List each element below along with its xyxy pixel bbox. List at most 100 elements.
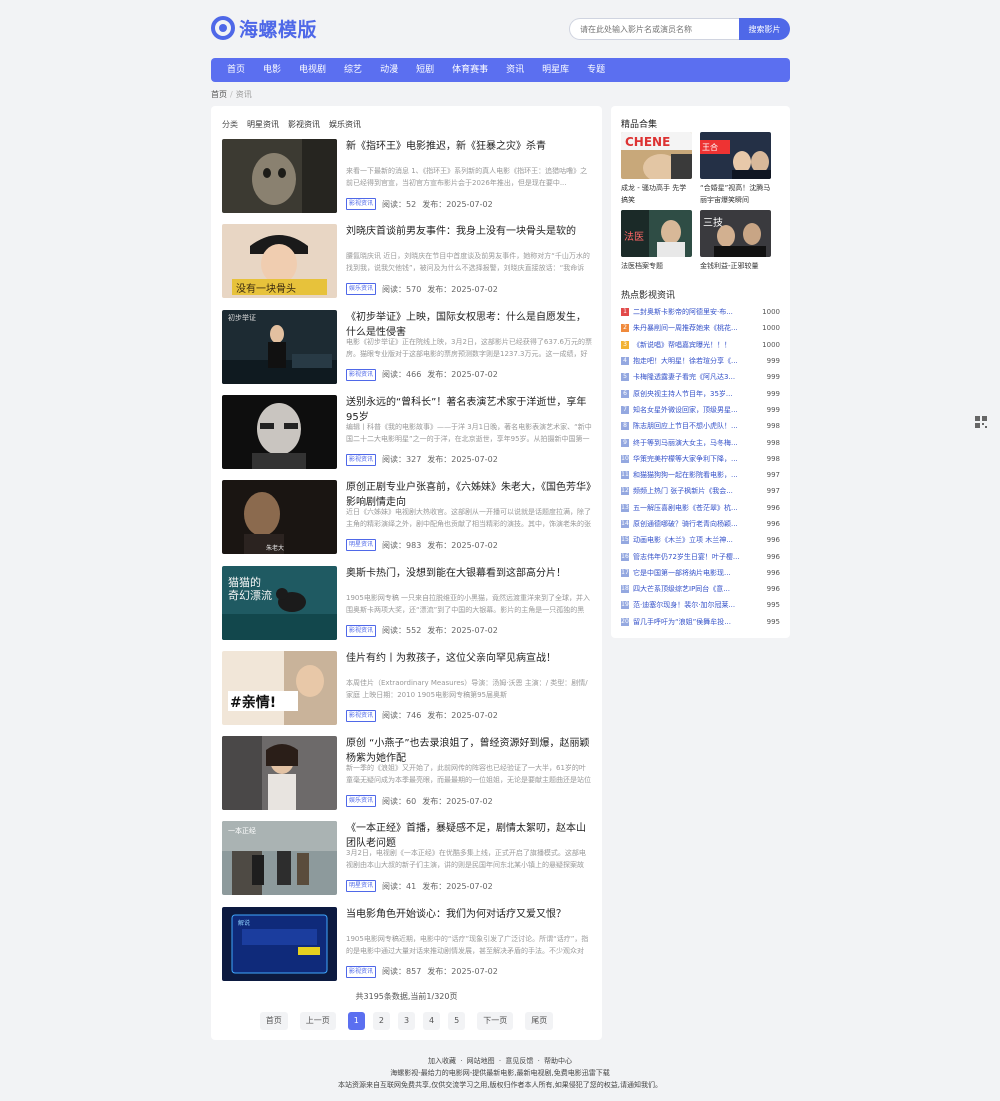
hot-news-row[interactable]: 6 原创央视主持人节目年，35岁... 999 [621, 385, 780, 401]
page-first-button[interactable]: 首页 [259, 1012, 288, 1030]
footer-link-favorite[interactable]: 加入收藏 [428, 1057, 456, 1065]
nav-news[interactable]: 资讯 [497, 58, 533, 82]
category-film-news[interactable]: 影视资讯 [288, 119, 320, 130]
hot-news-row[interactable]: 2 朱丹暴削间一周推荐她来《桃花... 1000 [621, 320, 780, 336]
page-5-button[interactable]: 5 [448, 1012, 466, 1030]
article-thumbnail[interactable] [222, 736, 337, 811]
breadcrumb-home[interactable]: 首页 [211, 90, 227, 99]
article-title[interactable]: 佳片有约丨为救孩子，这位父亲向罕见病宣战！ [346, 651, 592, 666]
category-ent-news[interactable]: 娱乐资讯 [329, 119, 361, 130]
article-category-tag[interactable]: 影视资讯 [346, 368, 377, 381]
hot-news-row[interactable]: 4 抱走吧！大明星！徐若瑄分享《... 999 [621, 353, 780, 369]
hot-news-title-link[interactable]: 范·迪塞尔现身！裴尔·加尔冠莱... [633, 600, 754, 610]
footer-link-help[interactable]: 帮助中心 [544, 1057, 572, 1065]
nav-movie[interactable]: 电影 [254, 58, 290, 82]
page-4-button[interactable]: 4 [423, 1012, 441, 1030]
article-item[interactable]: 新《指环王》电影推迟，新《狂暴之灾》杀青 来看一下最新的消息 1、《指环王》系列新… [222, 139, 592, 213]
hot-news-row[interactable]: 14 原创通德哪破？骑行老青向杨颖... 996 [621, 516, 780, 532]
hot-news-row[interactable]: 11 和猫猫狗狗一起在影院看电影，... 997 [621, 467, 780, 483]
page-last-button[interactable]: 尾页 [525, 1012, 554, 1030]
article-item[interactable]: 朱老大 原创正剧专业户张喜前，《六姊妹》朱老大，《国色芳华》影响剧情走向 近日《六姊… [222, 480, 592, 555]
hot-news-title-link[interactable]: 原创通德哪破？骑行老青向杨颖... [633, 519, 754, 529]
nav-variety[interactable]: 综艺 [335, 58, 371, 82]
article-category-tag[interactable]: 娱乐资讯 [346, 795, 377, 808]
article-thumbnail[interactable]: 初步举证 [222, 309, 337, 384]
search-input[interactable] [569, 18, 739, 40]
article-category-tag[interactable]: 影视资讯 [346, 453, 377, 466]
article-item[interactable]: 没有一块骨头 刘晓庆首谈前男友事件：我身上没有一块骨头是软的 腰氤晓庆讯 近日，刘晓… [222, 224, 592, 299]
hot-news-title-link[interactable]: 四大芒系顶级综艺IP同台《意... [633, 584, 754, 594]
article-thumbnail[interactable] [222, 139, 337, 213]
article-category-tag[interactable]: 影视资讯 [346, 709, 377, 722]
article-thumbnail[interactable] [222, 394, 337, 469]
article-category-tag[interactable]: 明星资讯 [346, 539, 377, 552]
nav-short-drama[interactable]: 短剧 [407, 58, 443, 82]
hot-news-row[interactable]: 10 华策完美柠檬等大家争利下降，... 998 [621, 451, 780, 467]
hot-news-title-link[interactable]: 原创央视主持人节目年，35岁... [633, 389, 754, 399]
hot-news-title-link[interactable]: 留几手呼吁为“浪姐”侯舞牟投... [633, 617, 754, 627]
hot-news-row[interactable]: 17 它是中国第一部将纳片电影现... 996 [621, 565, 780, 581]
hot-news-title-link[interactable]: 华策完美柠檬等大家争利下降，... [633, 454, 754, 464]
hot-news-row[interactable]: 3 《新说唱》帮唱嘉宾曝光！！！ 1000 [621, 337, 780, 353]
article-item[interactable]: 送别永远的“曾科长”！著名表演艺术家于洋逝世，享年95岁 编辑丨科普《我的电影故事… [222, 394, 592, 469]
footer-link-sitemap[interactable]: 网站地图 [467, 1057, 495, 1065]
hot-news-title-link[interactable]: 频频上热门 张子枫新片《我会... [633, 486, 754, 496]
hot-news-row[interactable]: 7 知名女星外微设回家，顶级男星... 999 [621, 402, 780, 418]
hot-news-row[interactable]: 15 动画电影《木兰》立项 木兰神... 996 [621, 532, 780, 548]
hot-news-row[interactable]: 13 五一解压喜剧电影《苍茫翠》杭... 996 [621, 500, 780, 516]
footer-link-feedback[interactable]: 意见反馈 [505, 1057, 533, 1065]
article-item[interactable]: 猫猫的 奇幻漂流 奥斯卡热门，没想到能在大银幕看到这部高分片！ 1905电影网专稿 一… [222, 565, 592, 640]
article-title[interactable]: 当电影角色开始谈心：我们为何对话疗又爱又恨？ [346, 907, 592, 922]
site-logo[interactable]: 海螺模版 [211, 14, 317, 42]
collection-card[interactable]: 王合 “合婚星”视高！沈腾马丽宇宙爆笑瞬间 [700, 132, 771, 206]
article-thumbnail[interactable]: #亲情! [222, 650, 337, 725]
article-title[interactable]: 新《指环王》电影推迟，新《狂暴之灾》杀青 [346, 139, 592, 154]
hot-news-title-link[interactable]: 动画电影《木兰》立项 木兰神... [633, 535, 754, 545]
article-item[interactable]: 一本正经 《一本正经》首播，暴疑感不足，剧情太絮叨，赵本山团队老问题 3月2日，电视… [222, 821, 592, 896]
hot-news-row[interactable]: 19 范·迪塞尔现身！裴尔·加尔冠莱... 995 [621, 597, 780, 613]
hot-news-title-link[interactable]: 管志伟年仍72岁生日宴！叶子樱... [633, 552, 754, 562]
hot-news-title-link[interactable]: 知名女星外微设回家，顶级男星... [633, 405, 754, 415]
article-thumbnail[interactable]: 猫猫的 奇幻漂流 [222, 565, 337, 640]
category-star-news[interactable]: 明星资讯 [247, 119, 279, 130]
hot-news-title-link[interactable]: 朱丹暴削间一周推荐她来《桃花... [633, 323, 754, 333]
article-item[interactable]: 初步举证 《初步举证》上映，国际女权思考：什么是自愿发生，什么是性侵害 电影《初步举… [222, 309, 592, 384]
hot-news-row[interactable]: 18 四大芒系顶级综艺IP同台《意... 996 [621, 581, 780, 597]
article-category-tag[interactable]: 影视资讯 [346, 965, 377, 978]
hot-news-title-link[interactable]: 《新说唱》帮唱嘉宾曝光！！！ [633, 340, 754, 350]
article-thumbnail[interactable]: 没有一块骨头 [222, 224, 337, 299]
article-item[interactable]: #亲情! 佳片有约丨为救孩子，这位父亲向罕见病宣战！ 本周佳片（Extraordin… [222, 650, 592, 725]
page-2-button[interactable]: 2 [372, 1012, 390, 1030]
nav-tv[interactable]: 电视剧 [290, 58, 335, 82]
hot-news-title-link[interactable]: 二封奥斯卡影帝的阿德里安·布... [633, 307, 754, 317]
article-category-tag[interactable]: 娱乐资讯 [346, 283, 377, 296]
article-item[interactable]: 原创 “小燕子”也去录浪姐了，曾经资源好到爆，赵丽颖杨紫为她作配 新一季的《浪姐》… [222, 736, 592, 811]
article-item[interactable]: 解说 当电影角色开始谈心：我们为何对话疗又爱又恨？ 1905电影网专稿近期，电影中的… [222, 906, 592, 981]
hot-news-title-link[interactable]: 陈志朋回应上节目不想小虎队！... [633, 421, 754, 431]
page-next-button[interactable]: 下一页 [477, 1012, 514, 1030]
nav-home[interactable]: 首页 [217, 58, 254, 82]
hot-news-row[interactable]: 16 管志伟年仍72岁生日宴！叶子樱... 996 [621, 548, 780, 564]
page-prev-button[interactable]: 上一页 [299, 1012, 336, 1030]
hot-news-title-link[interactable]: 抱走吧！大明星！徐若瑄分享《... [633, 356, 754, 366]
article-thumbnail[interactable]: 解说 [222, 906, 337, 981]
hot-news-row[interactable]: 20 留几手呼吁为“浪姐”侯舞牟投... 995 [621, 614, 780, 630]
hot-news-title-link[interactable]: 它是中国第一部将纳片电影现... [633, 568, 754, 578]
article-thumbnail[interactable]: 朱老大 [222, 480, 337, 555]
hot-news-title-link[interactable]: 五一解压喜剧电影《苍茫翠》杭... [633, 503, 754, 513]
article-title[interactable]: 奥斯卡热门，没想到能在大银幕看到这部高分片！ [346, 566, 592, 581]
article-category-tag[interactable]: 影视资讯 [346, 198, 377, 210]
hot-news-row[interactable]: 12 频频上热门 张子枫新片《我会... 997 [621, 483, 780, 499]
page-3-button[interactable]: 3 [397, 1012, 416, 1030]
nav-sports[interactable]: 体育赛事 [443, 58, 497, 82]
article-thumbnail[interactable]: 一本正经 [222, 821, 337, 896]
article-category-tag[interactable]: 明星资讯 [346, 880, 377, 893]
hot-news-title-link[interactable]: 卡梅隆透露妻子看完《阿凡达3... [633, 372, 754, 382]
hot-news-title-link[interactable]: 终于等到马丽演大女主，马冬梅... [633, 438, 754, 448]
article-title[interactable]: 刘晓庆首谈前男友事件：我身上没有一块骨头是软的 [346, 224, 592, 239]
search-button[interactable]: 搜索影片 [739, 18, 790, 40]
collection-card[interactable]: 三技 金钱利益-正邪较量 [700, 210, 771, 284]
page-1-button[interactable]: 1 [347, 1012, 365, 1030]
hot-news-row[interactable]: 1 二封奥斯卡影帝的阿德里安·布... 1000 [621, 304, 780, 320]
qr-code-icon[interactable] [975, 416, 987, 428]
